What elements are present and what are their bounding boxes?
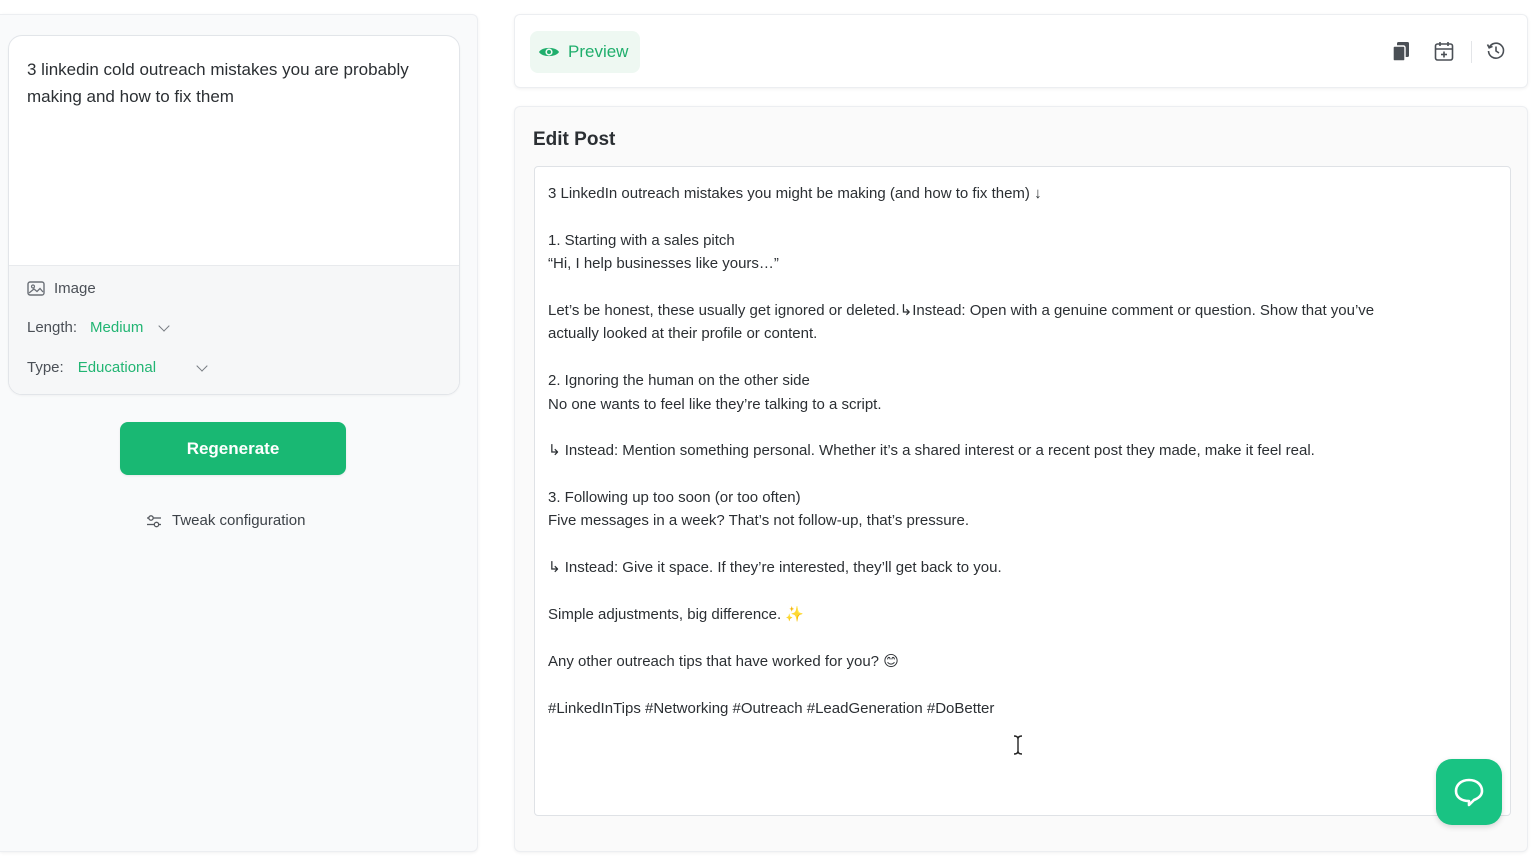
post-line <box>548 463 1498 486</box>
copy-icon[interactable] <box>1392 41 1410 62</box>
app-frame: 3 linkedin cold outreach mistakes you ar… <box>0 0 1536 864</box>
calendar-add-icon[interactable] <box>1434 41 1454 62</box>
tweak-configuration-button[interactable]: Tweak configuration <box>146 512 305 529</box>
type-label: Type: <box>27 359 64 376</box>
sliders-icon <box>147 514 161 527</box>
post-line: Simple adjustments, big difference. ✨ <box>548 606 805 624</box>
post-line <box>548 673 1498 696</box>
preview-button[interactable]: Preview <box>530 31 640 73</box>
post-line <box>548 626 1498 649</box>
type-value[interactable]: Educational <box>78 359 156 376</box>
post-line: 2. Ignoring the human on the other side <box>548 372 810 390</box>
length-select[interactable]: Length: Medium <box>27 319 171 336</box>
post-line: actually looked at their profile or cont… <box>548 325 818 343</box>
post-line <box>548 205 1498 228</box>
image-icon <box>27 281 45 296</box>
post-line: Five messages in a week? That’s not foll… <box>548 512 970 530</box>
chevron-down-icon[interactable] <box>158 319 171 332</box>
post-line: 1. Starting with a sales pitch <box>548 231 735 249</box>
text-cursor-icon <box>1013 735 1023 755</box>
preview-toolbar: Preview <box>514 14 1528 88</box>
image-label: Image <box>54 280 96 297</box>
post-line <box>548 533 1498 556</box>
toolbar-divider <box>1471 41 1472 63</box>
post-line: Any other outreach tips that have worked… <box>548 652 899 670</box>
post-line: Let’s be honest, these usually get ignor… <box>548 301 1375 319</box>
options-area: Image Length: Medium Type: Educational <box>9 265 459 394</box>
history-icon[interactable] <box>1486 41 1506 61</box>
eye-icon <box>539 47 559 57</box>
prompt-textarea[interactable]: 3 linkedin cold outreach mistakes you ar… <box>27 56 447 110</box>
post-line <box>548 346 1498 369</box>
post-line: No one wants to feel like they’re talkin… <box>548 395 882 413</box>
post-line <box>548 416 1498 439</box>
tweak-label: Tweak configuration <box>172 512 306 529</box>
preview-label: Preview <box>568 42 629 61</box>
post-line: #LinkedInTips #Networking #Outreach #Lea… <box>548 699 995 717</box>
chat-bubble-icon <box>1454 778 1484 807</box>
generator-panel: 3 linkedin cold outreach mistakes you ar… <box>0 14 478 852</box>
post-line: “Hi, I help businesses like yours…” <box>548 255 779 273</box>
image-option[interactable]: Image <box>27 280 96 297</box>
type-select[interactable]: Type: Educational <box>27 359 208 376</box>
chevron-down-icon[interactable] <box>196 359 208 372</box>
post-body[interactable]: 3 LinkedIn outreach mistakes you might b… <box>548 182 1498 720</box>
length-value[interactable]: Medium <box>90 319 143 336</box>
post-editor[interactable]: 3 LinkedIn outreach mistakes you might b… <box>534 166 1511 816</box>
post-line: ↳ Instead: Mention something personal. W… <box>548 442 1315 460</box>
prompt-card: 3 linkedin cold outreach mistakes you ar… <box>8 35 460 395</box>
length-label: Length: <box>27 319 78 336</box>
post-line: ↳ Instead: Give it space. If they’re int… <box>548 559 1002 577</box>
post-line: 3. Following up too soon (or too often) <box>548 489 801 507</box>
post-line: 3 LinkedIn outreach mistakes you might b… <box>548 185 1042 202</box>
post-line <box>548 580 1498 603</box>
post-line <box>548 276 1498 299</box>
edit-post-title: Edit Post <box>533 129 616 150</box>
regenerate-button[interactable]: Regenerate <box>120 422 346 475</box>
help-chat-button[interactable] <box>1436 759 1502 825</box>
